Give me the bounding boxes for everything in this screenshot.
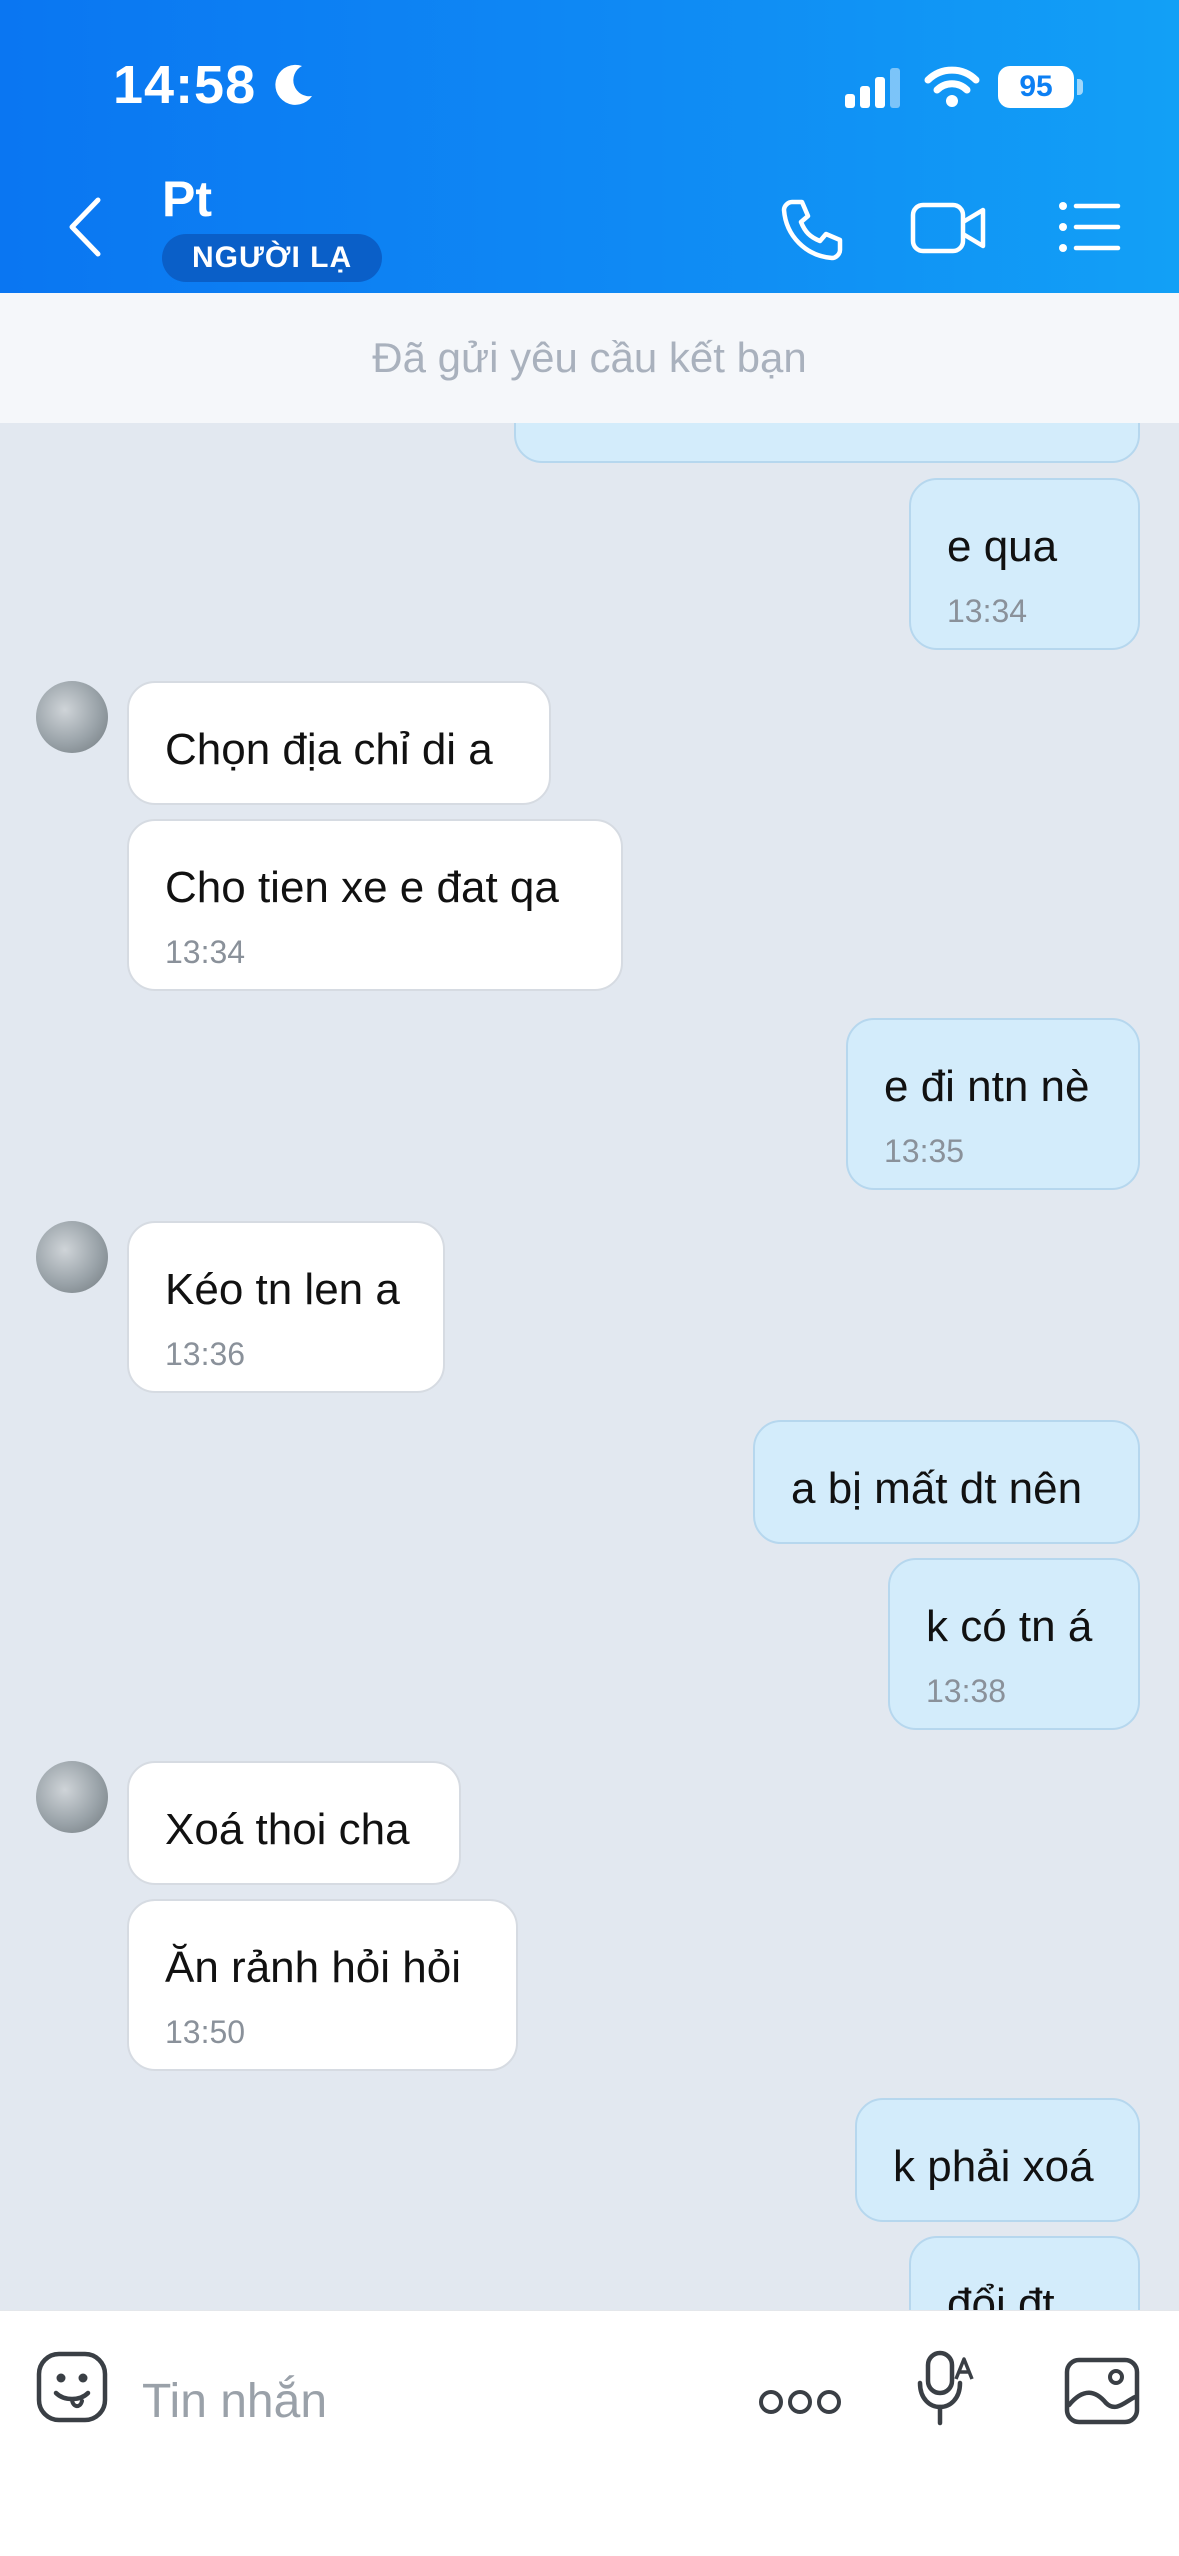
chat-header: 14:58 95 Pt NGƯỜI LẠ [0, 0, 1179, 293]
message-text: Xoá thoi cha [165, 1805, 410, 1854]
message-bubble-sent[interactable]: e đi ntn nè 13:35 [846, 1018, 1140, 1190]
message-bubble-received[interactable]: Kéo tn len a 13:36 [127, 1221, 445, 1393]
video-call-icon[interactable] [910, 200, 988, 256]
message-time: 13:34 [947, 593, 1028, 629]
message-text: e qua [947, 522, 1058, 571]
message-bubble-sent[interactable]: đổi đt [909, 2236, 1140, 2310]
message-bubble-received[interactable]: Ăn rảnh hỏi hỏi 13:50 [127, 1899, 518, 2071]
stranger-badge: NGƯỜI LẠ [162, 234, 383, 282]
message-bubble-partial[interactable] [514, 423, 1140, 463]
message-bubble-sent[interactable]: a bị mất dt nên [753, 1420, 1140, 1544]
contact-avatar[interactable] [36, 681, 108, 753]
message-bubble-sent[interactable]: e qua 13:34 [909, 478, 1140, 650]
message-composer [0, 2310, 1179, 2556]
message-list[interactable]: e qua 13:34 Chọn địa chỉ di a Cho tien x… [0, 423, 1179, 2310]
message-bubble-sent[interactable]: k có tn á 13:38 [888, 1558, 1140, 1730]
image-gallery-icon[interactable] [1064, 2357, 1140, 2425]
message-time: 13:34 [165, 934, 246, 970]
message-text: Chọn địa chỉ di a [165, 725, 493, 774]
message-bubble-sent[interactable]: k phải xoá [855, 2098, 1140, 2222]
message-input[interactable] [142, 2361, 702, 2441]
contact-name[interactable]: Pt [162, 170, 212, 228]
menu-list-icon[interactable] [1058, 200, 1122, 254]
friend-request-status: Đã gửi yêu cầu kết bạn [0, 293, 1179, 423]
message-text: a bị mất dt nên [791, 1464, 1083, 1513]
message-bubble-received[interactable]: Chọn địa chỉ di a [127, 681, 551, 805]
message-text: e đi ntn nè [884, 1062, 1090, 1111]
wifi-icon [924, 66, 980, 107]
message-text: Ăn rảnh hỏi hỏi [165, 1943, 461, 1992]
message-time: 13:38 [926, 1673, 1007, 1709]
moon-icon [275, 64, 312, 105]
message-time: 13:36 [165, 1336, 246, 1372]
message-text: đổi đt [947, 2280, 1055, 2310]
message-text: k có tn á [926, 1602, 1093, 1651]
message-time: 13:50 [165, 2014, 246, 2050]
message-bubble-received[interactable]: Xoá thoi cha [127, 1761, 461, 1885]
message-time: 13:35 [884, 1133, 965, 1169]
contact-avatar[interactable] [36, 1761, 108, 1833]
back-button[interactable] [60, 192, 110, 262]
message-text: Kéo tn len a [165, 1265, 400, 1314]
battery-tip [1077, 79, 1083, 95]
contact-avatar[interactable] [36, 1221, 108, 1293]
sticker-emoji-icon[interactable] [36, 2351, 108, 2423]
more-options-icon[interactable] [758, 2387, 842, 2417]
message-text: k phải xoá [893, 2142, 1094, 2191]
message-text: Cho tien xe e đat qa [165, 863, 559, 912]
battery-indicator: 95 [998, 66, 1074, 108]
voice-to-text-mic-icon[interactable] [916, 2349, 976, 2427]
phone-call-icon[interactable] [778, 196, 844, 262]
signal-icon [845, 68, 900, 108]
message-bubble-received[interactable]: Cho tien xe e đat qa 13:34 [127, 819, 623, 991]
status-time: 14:58 [113, 55, 257, 115]
